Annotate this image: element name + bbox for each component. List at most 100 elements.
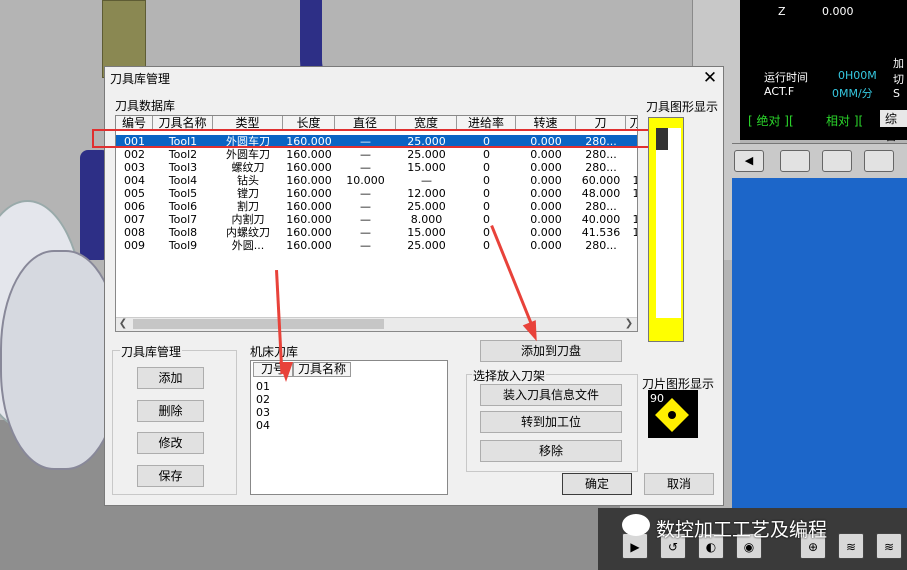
cell-length: 160.000 [286, 239, 332, 252]
cell-feed: 0 [483, 239, 490, 252]
panel-side-text-2: 切 [893, 73, 904, 86]
col-header-speed[interactable]: 转速 [516, 116, 576, 130]
add-to-turret-button[interactable]: 添加到刀盘 [480, 340, 622, 362]
scroll-right-icon[interactable]: ❯ [622, 317, 636, 331]
override-icon[interactable]: ≋ [876, 533, 902, 559]
cell-name: Tool4 [168, 174, 198, 187]
cell-length: 160.000 [286, 187, 332, 200]
cell-tool-a: 41.536 [581, 226, 621, 239]
col-header-tool-a[interactable]: 刀 [576, 116, 626, 130]
col-header-diameter[interactable]: 直径 [335, 116, 396, 130]
table-row[interactable]: 008 Tool8 内螺纹刀 160.000 — 15.000 0 0.000 41.536 1 [116, 226, 638, 239]
col-header-width[interactable]: 宽度 [396, 116, 457, 130]
col-header-id[interactable]: 编号 [116, 116, 153, 130]
cell-type: 内割刀 [231, 213, 265, 226]
tool-graphic-shape [656, 128, 681, 318]
soft-key-3[interactable] [864, 150, 894, 172]
cell-length: 160.000 [286, 148, 332, 161]
coolant-icon[interactable]: ≋ [838, 533, 864, 559]
z-axis-value: 0.000 [822, 5, 854, 18]
table-row[interactable]: 004 Tool4 钻头 160.000 10.000 — 0 0.000 60.000 1 [116, 174, 637, 187]
cell-length: 160.000 [286, 213, 332, 226]
library-group-label: 刀具库管理 [120, 343, 183, 360]
cell-tool-a: 48.000 [581, 187, 621, 200]
mode-absolute[interactable]: [ 绝对 ][ [748, 112, 794, 129]
machine-col-name[interactable]: 刀具名称 [293, 362, 351, 377]
soft-key-1[interactable] [780, 150, 810, 172]
soft-key-2[interactable] [822, 150, 852, 172]
add-button[interactable]: 添加 [137, 367, 204, 389]
machine-slot-item[interactable]: 02 [256, 393, 270, 406]
cell-speed: 0.000 [530, 213, 562, 226]
cell-name: Tool3 [168, 161, 198, 174]
col-header-length[interactable]: 长度 [283, 116, 335, 130]
machine-slot-item[interactable]: 03 [256, 406, 270, 419]
control-panel [732, 178, 907, 508]
cell-type: 外圆车刀 [226, 148, 270, 161]
table-row[interactable]: 006 Tool6 割刀 160.000 — 25.000 0 0.000 280... [116, 200, 637, 213]
cell-diameter: — [360, 148, 371, 161]
table-row[interactable]: 009 Tool9 外圆... 160.000 — 25.000 0 0.000 280... [116, 239, 637, 252]
machine-library-label: 机床刀库 [250, 345, 299, 359]
machine-slot-item[interactable]: 01 [256, 380, 270, 393]
cell-tool-b: 1 [626, 226, 638, 239]
cell-tool-a: 280... [585, 239, 617, 252]
goto-position-button[interactable]: 转到加工位 [480, 411, 622, 433]
cell-tool-b [626, 161, 637, 174]
col-header-tool-b[interactable]: 刀 [626, 116, 637, 130]
cell-name: Tool5 [168, 187, 198, 200]
cell-diameter: — [360, 226, 371, 239]
save-button[interactable]: 保存 [137, 465, 204, 487]
cell-tool-a: 280... [585, 200, 617, 213]
cell-speed: 0.000 [530, 226, 562, 239]
cell-type: 内螺纹刀 [226, 226, 270, 239]
tool-tip-icon [656, 128, 668, 150]
cell-tool-a: 40.000 [581, 213, 621, 226]
cell-tool-b [626, 239, 637, 252]
remove-button[interactable]: 移除 [480, 440, 622, 462]
cell-name: Tool2 [168, 148, 198, 161]
cell-diameter: — [360, 200, 371, 213]
highlight-box [92, 129, 668, 148]
scroll-left-icon[interactable]: ❮ [116, 317, 130, 331]
wechat-icon [622, 514, 650, 536]
table-row[interactable]: 007 Tool7 内割刀 160.000 — 8.000 0 0.000 40.000 1 [116, 213, 637, 226]
cell-id: 004 [124, 174, 145, 187]
cancel-button[interactable]: 取消 [644, 473, 714, 495]
ok-button[interactable]: 确定 [562, 473, 632, 495]
table-row[interactable]: 002 Tool2 外圆车刀 160.000 — 25.000 0 0.000 280... [116, 148, 637, 161]
soft-key-left-icon[interactable]: ◀ [734, 150, 764, 172]
cell-type: 钻头 [237, 174, 259, 187]
cell-length: 160.000 [286, 161, 332, 174]
cell-diameter: 10.000 [346, 174, 385, 187]
scrollbar-thumb[interactable] [133, 319, 384, 329]
table-row[interactable]: 003 Tool3 螺纹刀 160.000 — 15.000 0 0.000 280... [116, 161, 637, 174]
mode-relative[interactable]: 相对 ][ [826, 112, 863, 129]
holder-group-label: 选择放入刀架 [472, 367, 547, 384]
cell-tool-a: 60.000 [581, 174, 621, 187]
cell-feed: 0 [483, 213, 490, 226]
delete-button[interactable]: 删除 [137, 400, 204, 422]
cell-id: 003 [124, 161, 145, 174]
feed-hold-icon[interactable]: ▶ [622, 533, 648, 559]
panel-side-text-1: 加 [893, 57, 904, 70]
actf-value: 0MM/分 [832, 87, 873, 100]
cell-diameter: — [360, 239, 371, 252]
table-row[interactable]: 005 Tool5 镗刀 160.000 — 12.000 0 0.000 48.000 1 [116, 187, 637, 200]
load-tool-info-button[interactable]: 装入刀具信息文件 [480, 384, 622, 406]
close-icon[interactable]: ✕ [700, 68, 720, 88]
cell-width: 25.000 [407, 200, 446, 213]
chuck-front [0, 250, 120, 470]
cell-length: 160.000 [286, 174, 332, 187]
cell-id: 008 [124, 226, 145, 239]
cell-feed: 0 [483, 148, 490, 161]
col-header-feed[interactable]: 进给率 [457, 116, 516, 130]
cell-width: 15.000 [407, 161, 446, 174]
watermark-text: 数控加工工艺及编程 [656, 519, 828, 541]
mode-summary[interactable]: 综合 [880, 110, 907, 143]
col-header-name[interactable]: 刀具名称 [153, 116, 213, 130]
modify-button[interactable]: 修改 [137, 432, 204, 454]
insert-hole-icon [668, 411, 676, 419]
machine-slot-item[interactable]: 04 [256, 419, 270, 432]
col-header-type[interactable]: 类型 [213, 116, 283, 130]
